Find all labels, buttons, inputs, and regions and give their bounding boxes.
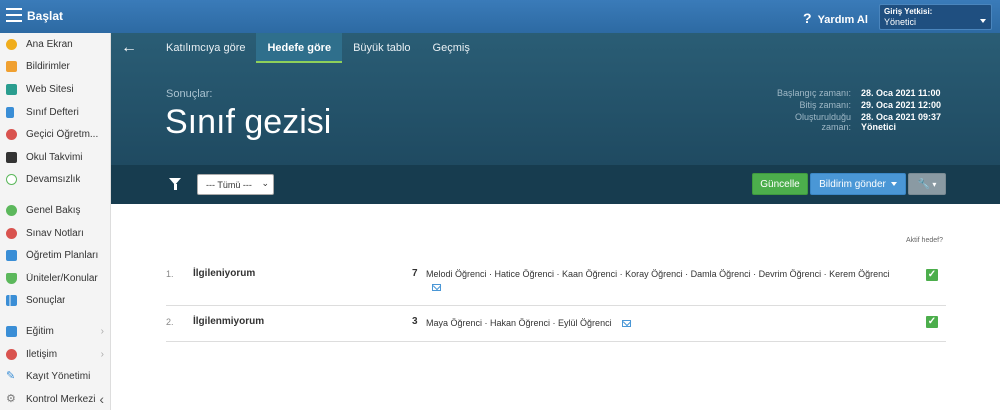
wrench-icon: 🔧 (917, 179, 931, 190)
page-title: Sınıf gezisi (165, 103, 332, 141)
book-icon (6, 106, 14, 118)
home-icon (6, 83, 17, 95)
sidebar-item-egitim[interactable]: Eğitim › (0, 320, 110, 343)
goal-row: 2. İlgilenmiyorum 3 Maya Öğrenci · Hakan… (166, 306, 946, 342)
start-time-label: Başlangıç zamanı: (776, 88, 851, 98)
tools-dropdown-button[interactable]: 🔧 ▾ (908, 173, 946, 195)
participant-count: 3 (412, 316, 418, 327)
question-icon: ? (803, 10, 812, 26)
participant-names: Maya Öğrenci · Hakan Öğrenci · Eylül Öğr… (426, 318, 612, 328)
results-label: Sonuçlar: (166, 88, 213, 100)
sidebar-item-ana-ekran[interactable]: Ana Ekran (0, 33, 110, 56)
caret-down-icon (980, 19, 986, 23)
participant-list: Maya Öğrenci · Hakan Öğrenci · Eylül Öğr… (426, 317, 916, 330)
tab-big-table[interactable]: Büyük tablo (342, 33, 421, 63)
caret-down-icon (890, 182, 897, 187)
caret-down-icon: ▾ (930, 180, 937, 189)
collapse-sidebar-icon[interactable]: ‹ (99, 391, 104, 407)
sidebar-item-sinif-defteri[interactable]: Sınıf Defteri (0, 101, 110, 124)
sidebar-item-iletisim[interactable]: İletişim › (0, 343, 110, 366)
shield-icon (6, 272, 17, 284)
start-time-value: 28. Oca 2021 11:00 (861, 88, 941, 98)
end-time-value: 29. Oca 2021 12:00 (861, 100, 942, 110)
toolbar: --- Tümü --- ⌄ Güncelle Bildirim gönder 🔧… (111, 165, 1000, 204)
participant-list: Melodi Öğrenci · Hatice Öğrenci · Kaan Ö… (426, 268, 916, 294)
gear-icon: ⚙ (6, 392, 16, 405)
sidebar-item-sinav-notlari[interactable]: Sınav Notları (0, 222, 110, 245)
top-bar: Başlat ? Yardım Al Giriş Yetkisi: Yönetic… (0, 0, 1000, 33)
pencil-icon: ✎ (6, 370, 16, 383)
tab-by-goal[interactable]: Hedefe göre (256, 33, 343, 63)
overview-icon (6, 204, 17, 216)
role-selector-value: Yönetici (884, 17, 917, 27)
briefcase-icon (6, 325, 17, 337)
sidebar-item-devamsizlik[interactable]: Devamsızlık (0, 169, 110, 192)
sidebar-item-bildirimler[interactable]: Bildirimler (0, 56, 110, 79)
help-link[interactable]: ? Yardım Al (803, 10, 868, 26)
plan-icon (6, 250, 17, 262)
sidebar-item-web-sitesi[interactable]: Web Sitesi (0, 78, 110, 101)
participant-count: 7 (412, 268, 418, 279)
sidebar: Ana Ekran Bildirimler Web Sitesi Sınıf D… (0, 33, 111, 410)
person-icon (6, 174, 17, 186)
sidebar-item-okul-takvimi[interactable]: Okul Takvimi (0, 146, 110, 169)
envelope-icon (6, 61, 17, 73)
chat-icon (6, 348, 17, 360)
sidebar-item-kayit-yonetimi[interactable]: ✎ Kayıt Yönetimi (0, 365, 110, 388)
active-goal-label: Aktif hedef? (906, 237, 943, 244)
update-button[interactable]: Güncelle (752, 173, 808, 195)
active-goal-checkbox[interactable]: ✓ (926, 316, 938, 328)
created-time-label: Oluşturulduğu zaman: (794, 112, 851, 132)
filter-select-value: --- Tümü --- (206, 180, 252, 190)
event-meta: Başlangıç zamanı: 28. Oca 2021 11:00 Biti… (771, 88, 991, 134)
chevron-right-icon: › (100, 348, 104, 360)
user-icon (6, 129, 17, 141)
calendar-icon (6, 151, 17, 163)
goal-row: 1. İlgileniyorum 7 Melodi Öğrenci · Hati… (166, 262, 946, 306)
sidebar-item-ogretim-planlari[interactable]: Öğretim Planları (0, 244, 110, 267)
sidebar-item-kontrol-merkezi[interactable]: ⚙ Kontrol Merkezi ‹ (0, 388, 110, 410)
envelope-icon[interactable] (432, 284, 441, 292)
role-selector-title: Giriş Yetkisi: (884, 7, 933, 16)
star-icon (6, 38, 17, 50)
sidebar-divider (0, 312, 110, 320)
sidebar-item-uniteler-konular[interactable]: Üniteler/Konular (0, 267, 110, 290)
filter-icon[interactable] (169, 178, 181, 190)
sidebar-divider (0, 191, 110, 199)
tab-by-participant[interactable]: Katılımcıya göre (155, 33, 256, 63)
send-notification-button[interactable]: Bildirim gönder (810, 173, 906, 195)
brand-start[interactable]: Başlat (27, 9, 63, 23)
chevron-down-icon: ⌄ (261, 178, 269, 188)
tab-history[interactable]: Geçmiş (422, 33, 481, 63)
envelope-icon[interactable] (621, 320, 631, 328)
goal-name: İlgileniyorum (193, 268, 256, 279)
created-time-value: 28. Oca 2021 09:37 Yönetici (861, 112, 942, 132)
role-selector[interactable]: Giriş Yetkisi: Yönetici (879, 4, 992, 30)
filter-select[interactable]: --- Tümü --- ⌄ (197, 174, 274, 195)
row-number: 1. (166, 269, 174, 279)
results-header: ← Katılımcıya göre Hedefe göre Büyük tab… (111, 33, 1000, 165)
sidebar-item-gecici-ogretmen[interactable]: Geçici Öğretm... (0, 123, 110, 146)
row-number: 2. (166, 317, 174, 327)
chart-icon (6, 295, 17, 307)
sidebar-item-sonuclar[interactable]: Sonuçlar (0, 290, 110, 313)
send-notification-label: Bildirim gönder (819, 179, 886, 190)
active-goal-checkbox[interactable]: ✓ (926, 269, 938, 281)
sidebar-item-genel-bakis[interactable]: Genel Bakış (0, 199, 110, 222)
chevron-right-icon: › (100, 325, 104, 337)
grades-icon (6, 227, 17, 239)
view-tabs: Katılımcıya göre Hedefe göre Büyük tablo… (155, 33, 481, 63)
end-time-label: Bitiş zamanı: (799, 100, 851, 110)
participant-names: Melodi Öğrenci · Hatice Öğrenci · Kaan Ö… (426, 269, 890, 279)
goal-name: İlgilenmiyorum (193, 316, 265, 327)
back-arrow-icon[interactable]: ← (121, 39, 137, 57)
help-label: Yardım Al (817, 14, 868, 26)
hamburger-menu-icon[interactable] (6, 8, 22, 22)
